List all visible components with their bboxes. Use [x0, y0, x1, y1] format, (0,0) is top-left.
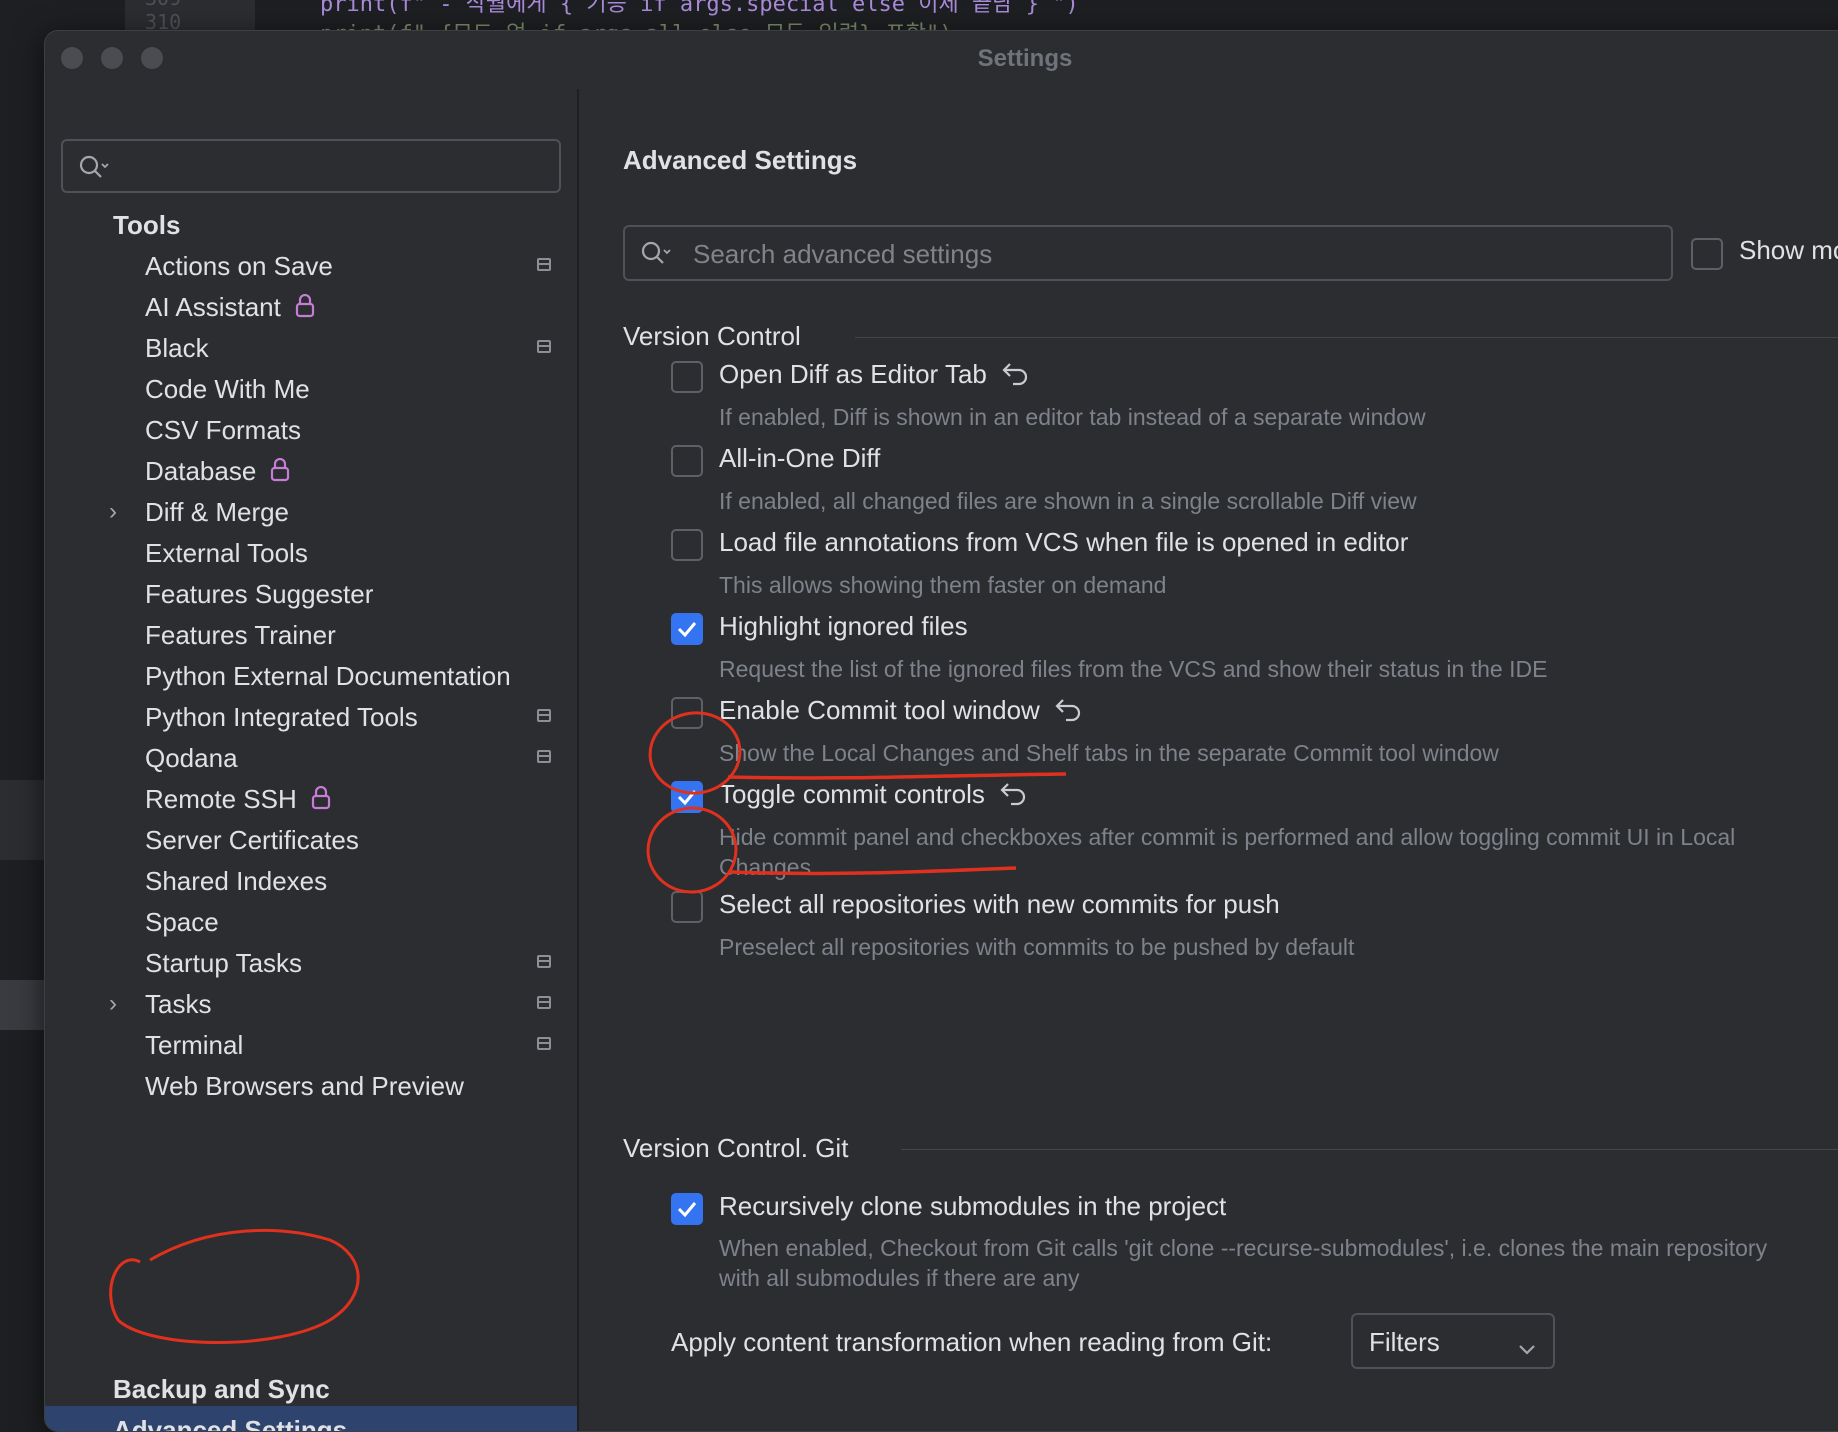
option-label: Load file annotations from VCS when file…: [719, 527, 1408, 558]
select-value: Filters: [1369, 1327, 1440, 1357]
chevron-down-icon: [1517, 1333, 1537, 1364]
option-label-text: Select all repositories with new commits…: [719, 889, 1280, 919]
project-level-icon: [537, 750, 551, 763]
option-label: All-in-One Diff: [719, 443, 880, 474]
option-label-text: Open Diff as Editor Tab: [719, 359, 987, 389]
option-label: Highlight ignored files: [719, 611, 968, 642]
show-modified-label: Show modified only: [1739, 235, 1838, 265]
option-description: If enabled, Diff is shown in an editor t…: [719, 404, 1426, 430]
search-icon: [641, 241, 671, 265]
reset-to-default-icon[interactable]: [1054, 696, 1084, 729]
option-checkbox[interactable]: [671, 529, 703, 561]
option-checkbox[interactable]: [671, 891, 703, 923]
option-label: Select all repositories with new commits…: [719, 889, 1280, 920]
project-level-icon: [537, 709, 551, 722]
title-bar: Settings: [45, 31, 1838, 83]
option-checkbox[interactable]: [671, 613, 703, 645]
option-checkbox[interactable]: [671, 697, 703, 729]
page-title: Advanced Settings: [623, 145, 858, 175]
reset-to-default-icon[interactable]: [999, 780, 1029, 813]
sidebar-item-label: Web Browsers and Preview: [145, 1071, 464, 1101]
option-label: Enable Commit tool window: [719, 695, 1084, 729]
dialog-title: Settings: [977, 45, 1073, 72]
sidebar-search-input[interactable]: [61, 139, 561, 193]
project-level-icon: [537, 955, 551, 968]
search-icon: [79, 155, 109, 179]
option-description: Hide commit panel and checkboxes after c…: [719, 824, 1736, 880]
option-checkbox[interactable]: [671, 361, 703, 393]
editor-side-strip: [0, 780, 44, 860]
section-header-version-control: Version Control: [623, 321, 801, 351]
project-level-icon: [537, 340, 551, 353]
option-description: When enabled, Checkout from Git calls 'g…: [719, 1235, 1768, 1291]
editor-side-strip: [0, 980, 44, 1030]
reset-to-default-icon[interactable]: [1001, 360, 1031, 393]
option-description: Preselect all repositories with commits …: [719, 934, 1355, 960]
option-description: This allows showing them faster on deman…: [719, 572, 1167, 598]
option-label-text: Highlight ignored files: [719, 611, 968, 641]
option-label-text: Load file annotations from VCS when file…: [719, 527, 1409, 557]
tree-section-label: Advanced Settings: [113, 1415, 348, 1432]
option-description: If enabled, all changed files are shown …: [719, 488, 1417, 514]
project-level-icon: [537, 258, 551, 271]
section-divider: [855, 337, 1838, 338]
show-modified-checkbox[interactable]: [1691, 238, 1723, 270]
option-checkbox[interactable]: [671, 445, 703, 477]
editor-line-numbers: 309 310: [145, 0, 182, 34]
section-divider: [901, 1149, 1838, 1150]
section-header-version-control-git: Version Control. Git: [623, 1133, 849, 1163]
sidebar-item-web-browsers-and-preview[interactable]: Web Browsers and Preview: [45, 1062, 577, 1110]
option-label-text: All-in-One Diff: [719, 443, 881, 473]
settings-dialog: Settings Tools Actions on Save AI Assista…: [44, 30, 1838, 1432]
project-level-icon: [537, 996, 551, 1009]
tree-section-advanced-settings[interactable]: Advanced Settings: [45, 1406, 577, 1432]
search-placeholder: Search advanced settings: [693, 239, 993, 269]
option-label-text: Enable Commit tool window: [719, 695, 1040, 725]
option-description: Show the Local Changes and Shelf tabs in…: [719, 740, 1499, 766]
content-transformation-label: Apply content transformation when readin…: [671, 1327, 1273, 1357]
option-description: Request the list of the ignored files fr…: [719, 656, 1548, 682]
option-checkbox[interactable]: [671, 781, 703, 813]
option-label: Open Diff as Editor Tab: [719, 359, 1031, 393]
option-label-text: Toggle commit controls: [719, 779, 985, 809]
content-transformation-select[interactable]: Filters: [1351, 1313, 1555, 1369]
option-label: Toggle commit controls: [719, 779, 1029, 813]
settings-sidebar: Tools Actions on Save AI Assistant Black Co…: [45, 83, 577, 1432]
advanced-settings-panel: Advanced Settings Search advanced settin…: [579, 83, 1838, 1431]
option-label: Recursively clone submodules in the proj…: [719, 1191, 1227, 1221]
project-level-icon: [537, 1037, 551, 1050]
advanced-search-input[interactable]: Search advanced settings: [623, 225, 1673, 281]
recursive-clone-checkbox[interactable]: [671, 1193, 703, 1225]
